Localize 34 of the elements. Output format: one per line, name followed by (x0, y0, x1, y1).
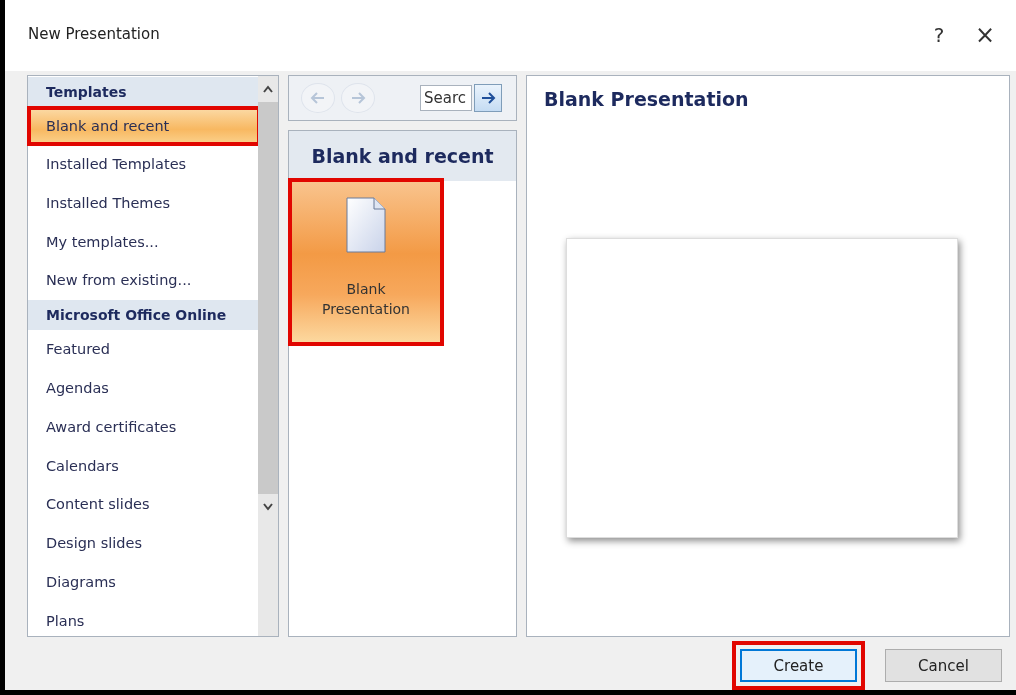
back-arrow-icon (310, 91, 326, 105)
sidebar-item[interactable]: Installed Themes (28, 183, 258, 223)
sidebar-item[interactable]: Calendars (28, 446, 258, 486)
sidebar-item[interactable]: Blank and recent (30, 109, 258, 143)
sidebar-item[interactable]: Design slides (28, 524, 258, 563)
sidebar-item[interactable]: My templates... (28, 222, 258, 262)
template-tile[interactable]: Blank Presentation (291, 181, 441, 343)
sidebar-item[interactable]: Award certificates (28, 407, 258, 447)
dialog-button[interactable]: Create (740, 649, 857, 682)
close-button[interactable]: × (962, 16, 1008, 53)
help-button[interactable]: ? (916, 16, 962, 53)
sidebar-item[interactable]: New from existing... (28, 261, 258, 301)
section-heading: Blank and recent (289, 131, 516, 181)
scroll-thumb[interactable] (258, 102, 278, 494)
scroll-up-icon (262, 84, 274, 94)
document-icon (346, 197, 386, 253)
dialog-button[interactable]: Cancel (885, 649, 1002, 682)
category-header: Templates (28, 77, 258, 107)
preview-title: Blank Presentation (543, 87, 750, 110)
search-button[interactable] (474, 84, 502, 112)
sidebar-item[interactable]: Agendas (28, 369, 258, 408)
sidebar-item[interactable]: Plans (28, 601, 258, 641)
forward-arrow-icon (350, 91, 366, 105)
window-title: New Presentation (28, 24, 160, 43)
scroll-down-icon (262, 502, 274, 512)
category-header: Microsoft Office Online (28, 300, 258, 331)
sidebar-item[interactable]: Featured (28, 330, 258, 369)
tile-label: Blank Presentation (321, 280, 411, 319)
scrollbar[interactable] (258, 76, 278, 636)
sidebar-item[interactable]: Installed Templates (28, 145, 258, 184)
search-field[interactable]: Searc (420, 85, 472, 111)
sidebar-item[interactable]: Diagrams (28, 562, 258, 602)
sidebar-item[interactable]: Content slides (28, 485, 258, 525)
arrow-icon (480, 91, 496, 105)
